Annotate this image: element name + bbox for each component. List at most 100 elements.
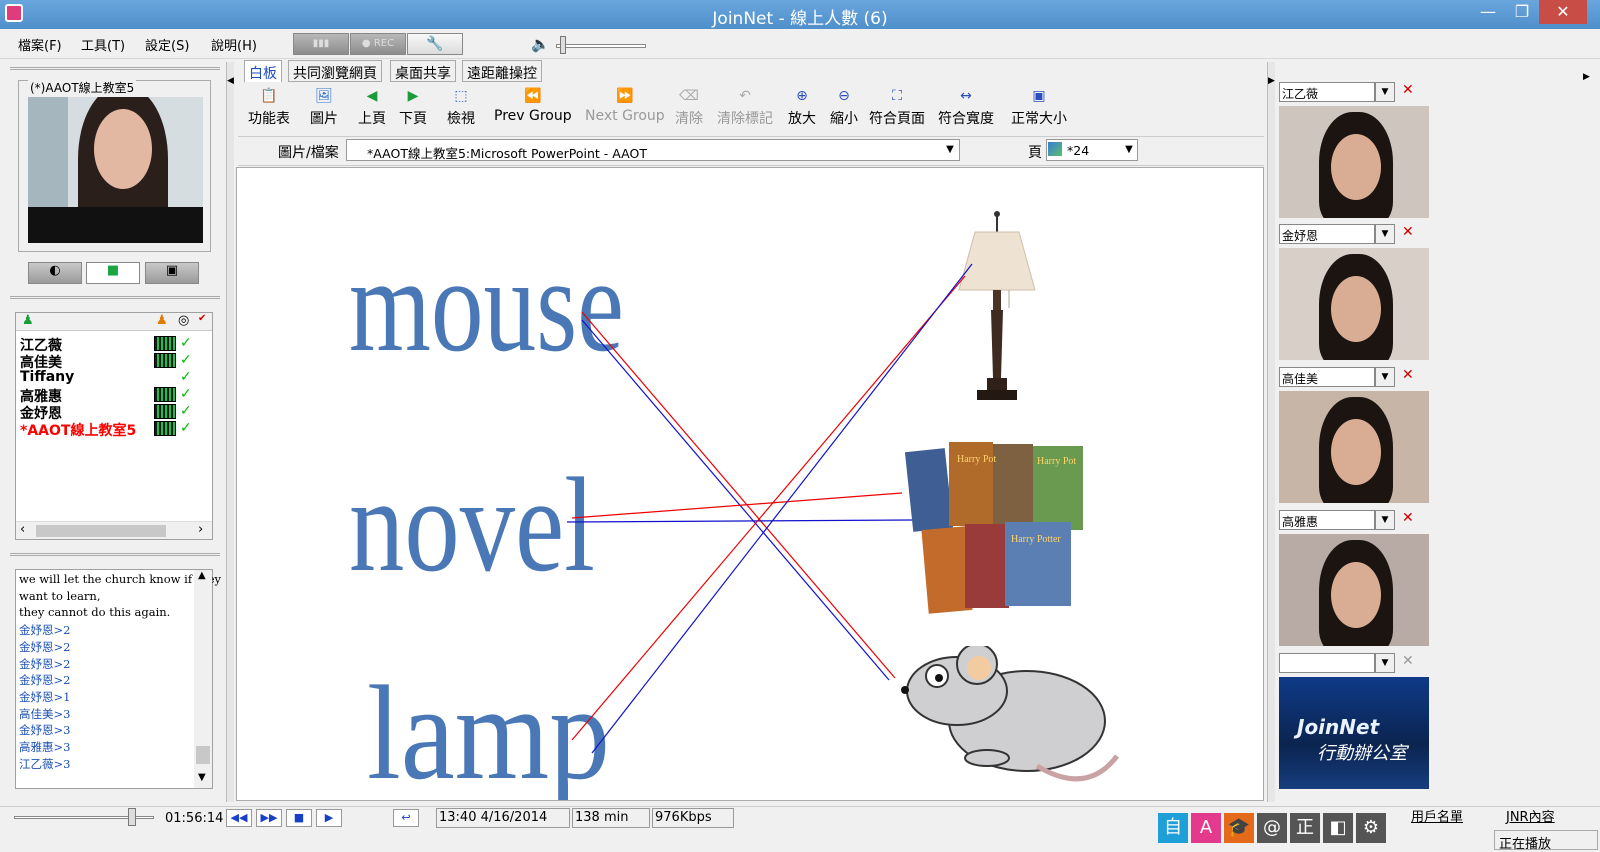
scroll-down-icon[interactable]: ▼ <box>198 772 206 783</box>
record-button[interactable]: ● REC <box>350 33 406 55</box>
menu-help[interactable]: 說明(H) <box>211 35 257 54</box>
status-column-icon[interactable]: ✔ <box>198 313 206 324</box>
participant-select[interactable]: 高雅惠 <box>1279 510 1375 530</box>
tool-zoom-out[interactable]: ⊖ 縮小 <box>830 88 858 128</box>
tool-clipboard[interactable]: 📋 功能表 <box>248 88 290 128</box>
wrench-icon[interactable]: 🔧 <box>407 33 463 55</box>
stop-icon[interactable]: ■ <box>286 809 312 827</box>
user-list: ♟ ♟ ◎ ✔ 江乙薇 ✓ 高佳美 ✓ Tiffany ✓ 高雅惠 ✓ 金妤恩 ✓ *AAOT線上教… <box>15 312 213 540</box>
participant-select[interactable] <box>1279 653 1375 673</box>
tool-fit-page[interactable]: ⛶ 符合頁面 <box>869 88 925 128</box>
chat-vscroll[interactable]: ▲ ▼ <box>194 570 212 788</box>
speaker-icon[interactable]: 🔈 <box>531 35 550 53</box>
participant-select[interactable]: 高佳美 <box>1279 367 1375 387</box>
user-row[interactable]: 金妤恩 <box>20 403 62 422</box>
ime-settings-icon[interactable]: ⚙ <box>1356 813 1386 843</box>
ime-mode-icon[interactable]: 自 <box>1158 813 1188 843</box>
collapse-right-icon[interactable]: ▶ <box>1268 76 1275 86</box>
participant-select[interactable]: 江乙薇 <box>1279 82 1375 102</box>
chevron-down-icon[interactable]: ▼ <box>1120 140 1138 160</box>
tab-whiteboard[interactable]: 白板 <box>244 60 282 82</box>
tool-clear-marks[interactable]: ↶ 清除標記 <box>717 88 773 128</box>
playback-slider-thumb[interactable] <box>128 808 136 826</box>
ime-symbol-icon[interactable]: @ <box>1257 813 1287 843</box>
close-video-icon[interactable]: ✕ <box>1402 653 1414 669</box>
jnr-content-link[interactable]: JNR內容 <box>1506 806 1555 825</box>
scroll-up-icon[interactable]: ▲ <box>198 570 206 581</box>
user-column-icon[interactable]: ♟ <box>22 313 34 328</box>
collapse-left-icon[interactable]: ◀ <box>227 76 234 86</box>
user-row[interactable]: 高佳美 <box>20 352 62 371</box>
chat-scroll-thumb[interactable] <box>196 746 210 764</box>
splitter-left[interactable]: ◀ <box>226 62 234 802</box>
menu-settings[interactable]: 設定(S) <box>145 35 189 54</box>
close-video-icon[interactable]: ✕ <box>1402 367 1414 383</box>
chevron-down-icon[interactable]: ▼ <box>1375 367 1395 387</box>
return-icon[interactable]: ↩ <box>393 809 419 827</box>
user-row[interactable]: Tiffany <box>20 369 74 386</box>
tool-fit-width[interactable]: ↔ 符合寬度 <box>938 88 994 128</box>
chevron-down-icon[interactable]: ▼ <box>941 140 959 160</box>
user-row[interactable]: 高雅惠 <box>20 386 62 405</box>
minimize-button[interactable]: — <box>1471 0 1505 24</box>
snapshot-icon[interactable]: ▣ <box>145 262 199 284</box>
chevron-down-icon[interactable]: ▼ <box>1375 653 1395 673</box>
menu-file[interactable]: 檔案(F) <box>18 35 62 54</box>
camera-off-icon[interactable]: ◐ <box>28 262 82 284</box>
user-list-hscroll[interactable]: ‹ › <box>16 521 212 539</box>
splitter-right[interactable]: ▶ <box>1267 62 1275 802</box>
chevron-down-icon[interactable]: ▼ <box>1375 82 1395 102</box>
userlist-grip[interactable] <box>10 296 220 304</box>
tab-cobrowse[interactable]: 共同瀏覽網頁 <box>288 60 382 82</box>
volume-slider[interactable] <box>556 44 646 48</box>
whiteboard[interactable]: mouse novel lamp Harry Pot Harry Pot Har… <box>236 167 1264 801</box>
tab-remote-control[interactable]: 遠距離操控 <box>462 60 542 82</box>
close-video-icon[interactable]: ✕ <box>1402 510 1414 526</box>
participant-select[interactable]: 金妤恩 <box>1279 224 1375 244</box>
close-button[interactable]: ✕ <box>1539 0 1587 24</box>
checkmark-icon: ✓ <box>180 369 192 385</box>
tool-view[interactable]: ⬚ 檢視 <box>447 88 475 128</box>
video-column-icon[interactable]: ◎ <box>178 313 189 328</box>
chat-grip[interactable] <box>10 553 220 561</box>
volume-slider-thumb[interactable] <box>560 36 566 54</box>
user-row[interactable]: 江乙薇 <box>20 335 62 354</box>
maximize-button[interactable]: ❐ <box>1505 0 1539 24</box>
fast-forward-icon[interactable]: ▶▶ <box>256 809 282 827</box>
tool-actual-size[interactable]: ▣ 正常大小 <box>1011 88 1067 128</box>
right-edge-grip[interactable]: ▶ <box>1583 62 1593 802</box>
user-row[interactable]: *AAOT線上教室5 <box>20 420 136 439</box>
tool-next-group[interactable]: ⏩ Next Group <box>585 88 665 124</box>
menu-tools[interactable]: 工具(T) <box>81 35 125 54</box>
play-icon[interactable]: ▶ <box>316 809 342 827</box>
file-select[interactable]: *AAOT線上教室5:Microsoft PowerPoint - AAOT <box>346 139 960 161</box>
scroll-thumb[interactable] <box>36 525 166 537</box>
ime-alpha-icon[interactable]: A <box>1191 813 1221 843</box>
ime-traditional-icon[interactable]: 正 <box>1290 813 1320 843</box>
tab-desktop-share[interactable]: 桌面共享 <box>390 60 456 82</box>
participant-video-feed <box>1279 248 1429 360</box>
mic-signal-button[interactable]: ▮▮▮ <box>293 33 349 55</box>
close-video-icon[interactable]: ✕ <box>1402 224 1414 240</box>
file-bar: 圖片/檔案 *AAOT線上教室5:Microsoft PowerPoint - … <box>238 136 1264 166</box>
ime-academic-icon[interactable]: 🎓 <box>1224 813 1254 843</box>
ime-width-icon[interactable]: ◧ <box>1323 813 1353 843</box>
collapse-far-right-icon[interactable]: ▶ <box>1583 72 1590 82</box>
user-video-icon[interactable]: ■ <box>86 262 140 284</box>
rewind-icon[interactable]: ◀◀ <box>226 809 252 827</box>
tool-clear[interactable]: ⌫ 清除 <box>675 88 703 128</box>
user-list-link[interactable]: 用戶名單 <box>1411 806 1463 825</box>
tool-prev-page[interactable]: ◀ 上頁 <box>358 88 386 128</box>
scroll-right-icon[interactable]: › <box>198 522 203 537</box>
scroll-left-icon[interactable]: ‹ <box>20 522 25 537</box>
tool-next-page[interactable]: ▶ 下頁 <box>399 88 427 128</box>
chevron-down-icon[interactable]: ▼ <box>1375 510 1395 530</box>
chevron-down-icon[interactable]: ▼ <box>1375 224 1395 244</box>
presenter-column-icon[interactable]: ♟ <box>156 313 168 328</box>
participant-video-feed <box>1279 106 1429 218</box>
joinnet-logo: JoinNet 行動辦公室 <box>1279 677 1429 789</box>
tool-prev-group[interactable]: ⏪ Prev Group <box>494 88 572 124</box>
close-video-icon[interactable]: ✕ <box>1402 82 1414 98</box>
tool-picture[interactable]: 🖼 圖片 <box>310 88 338 128</box>
tool-zoom-in[interactable]: ⊕ 放大 <box>788 88 816 128</box>
